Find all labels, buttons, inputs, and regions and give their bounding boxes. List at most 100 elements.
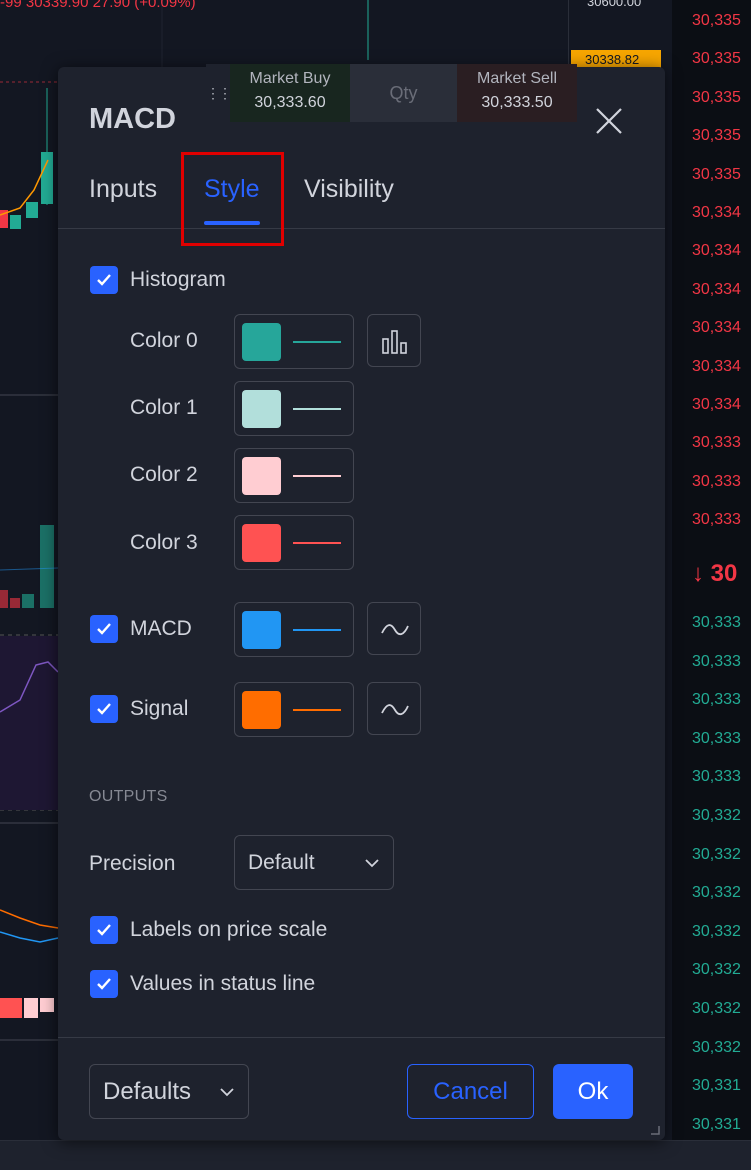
macd-plot-style-button[interactable] <box>367 602 421 655</box>
orderbook-bid-row[interactable]: 30,333 <box>692 653 741 671</box>
values-in-status-line-label: Values in status line <box>130 972 316 995</box>
orderbook[interactable]: 30,335 30,335 30,335 30,335 30,335 30,334 30,3… <box>672 0 751 1140</box>
qty-input[interactable]: Qty <box>350 64 457 122</box>
market-buy-button[interactable]: Market Buy 30,333.60 <box>230 64 350 122</box>
orderbook-ask-row[interactable]: 30,335 <box>692 89 741 107</box>
orderbook-bid-row[interactable]: 30,331 <box>692 1077 741 1095</box>
orderbook-bid-row[interactable]: 30,332 <box>692 1000 741 1018</box>
orderbook-ask-row[interactable]: 30,334 <box>692 396 741 414</box>
values-in-status-line-checkbox[interactable] <box>90 970 118 998</box>
orderbook-bid-row[interactable]: 30,333 <box>692 730 741 748</box>
orderbook-ask-row[interactable]: 30,333 <box>692 473 741 491</box>
orderbook-ask-row[interactable]: 30,334 <box>692 204 741 222</box>
line-style-preview <box>293 542 341 544</box>
orderbook-ask-row[interactable]: 30,333 <box>692 511 741 529</box>
indicator-settings-dialog: MACD Inputs Style Visibility Histogram C… <box>58 67 665 1140</box>
orderbook-bid-row[interactable]: 30,332 <box>692 884 741 902</box>
orderbook-bid-row[interactable]: 30,332 <box>692 961 741 979</box>
orderbook-ask-row[interactable]: 30,334 <box>692 319 741 337</box>
color-swatch <box>242 390 281 428</box>
defaults-label: Defaults <box>103 1078 192 1105</box>
macd-color-picker[interactable] <box>234 602 354 657</box>
color-1-label: Color 1 <box>130 396 198 419</box>
color-swatch <box>242 611 281 649</box>
line-style-preview <box>293 709 341 711</box>
cancel-button[interactable]: Cancel <box>407 1064 534 1119</box>
symbol-status-line: -99 30339.90 27.90 (+0.09%) <box>0 0 196 11</box>
histogram-checkbox[interactable] <box>90 266 118 294</box>
signal-color-picker[interactable] <box>234 682 354 737</box>
orderbook-ask-row[interactable]: 30,335 <box>692 166 741 184</box>
orderbook-bid-row[interactable]: 30,332 <box>692 846 741 864</box>
checkmark-icon <box>97 978 111 990</box>
market-buy-label: Market Buy <box>249 70 331 87</box>
color-1-picker[interactable] <box>234 381 354 436</box>
candle <box>41 152 53 204</box>
market-sell-label: Market Sell <box>476 70 558 87</box>
labels-on-price-scale-label: Labels on price scale <box>130 918 328 941</box>
checkmark-icon <box>97 703 111 715</box>
color-3-picker[interactable] <box>234 515 354 570</box>
line-style-preview <box>293 629 341 631</box>
orderbook-bid-row[interactable]: 30,333 <box>692 691 741 709</box>
defaults-dropdown[interactable]: Defaults <box>89 1064 249 1119</box>
outputs-section-header: OUTPUTS <box>89 788 168 805</box>
macd-checkbox[interactable] <box>90 615 118 643</box>
color-2-label: Color 2 <box>130 463 198 486</box>
color-0-label: Color 0 <box>130 329 198 352</box>
orderbook-ask-row[interactable]: 30,334 <box>692 358 741 376</box>
close-button[interactable] <box>593 105 625 137</box>
tab-bar: Inputs Style Visibility <box>58 167 665 229</box>
orderbook-bid-row[interactable]: 30,331 <box>692 1116 741 1134</box>
color-swatch <box>242 457 281 495</box>
checkmark-icon <box>97 274 111 286</box>
signal-checkbox[interactable] <box>90 695 118 723</box>
tab-inputs[interactable]: Inputs <box>89 175 157 204</box>
line-style-preview <box>293 475 341 477</box>
labels-on-price-scale-checkbox[interactable] <box>90 916 118 944</box>
checkmark-icon <box>97 623 111 635</box>
ok-button[interactable]: Ok <box>553 1064 633 1119</box>
line-icon <box>381 704 409 716</box>
orderbook-bid-row[interactable]: 30,333 <box>692 614 741 632</box>
orderbook-ask-row[interactable]: 30,334 <box>692 281 741 299</box>
precision-select[interactable]: Default <box>234 835 394 890</box>
candle <box>10 215 21 229</box>
plot-style-button[interactable] <box>367 314 421 367</box>
color-0-picker[interactable] <box>234 314 354 369</box>
line-style-preview <box>293 408 341 410</box>
orderbook-ask-row[interactable]: 30,333 <box>692 434 741 452</box>
color-2-picker[interactable] <box>234 448 354 503</box>
bottom-toolbar <box>0 1140 751 1170</box>
macd-label: MACD <box>130 617 192 640</box>
orderbook-bid-row[interactable]: 30,332 <box>692 807 741 825</box>
quick-trade-widget: ⋮⋮ Market Buy 30,333.60 Qty Market Sell … <box>206 64 580 122</box>
resize-grip-icon[interactable] <box>649 1124 661 1136</box>
chevron-down-icon <box>220 1088 234 1097</box>
orderbook-bid-row[interactable]: 30,332 <box>692 1039 741 1057</box>
orderbook-ask-row[interactable]: 30,335 <box>692 12 741 30</box>
dialog-title: MACD <box>89 103 176 135</box>
annotation-highlight-box <box>181 152 284 246</box>
orderbook-bid-row[interactable]: 30,333 <box>692 768 741 786</box>
precision-value: Default <box>248 851 315 874</box>
columns-icon <box>382 330 407 354</box>
orderbook-ask-row[interactable]: 30,334 <box>692 242 741 260</box>
candle <box>26 202 38 218</box>
color-swatch <box>242 691 281 729</box>
market-sell-button[interactable]: Market Sell 30,333.50 <box>457 64 577 122</box>
line-style-preview <box>293 341 341 343</box>
orderbook-ask-row[interactable]: 30,335 <box>692 127 741 145</box>
signal-label: Signal <box>130 697 189 720</box>
tab-visibility[interactable]: Visibility <box>304 175 394 204</box>
price-scale-label: 30600.00 <box>587 0 642 9</box>
signal-plot-style-button[interactable] <box>367 682 421 735</box>
drag-handle-icon[interactable]: ⋮⋮ <box>206 64 232 122</box>
line-icon <box>381 624 409 636</box>
histogram-label: Histogram <box>130 268 226 291</box>
orderbook-last-price: ↓ 30 <box>692 560 738 587</box>
orderbook-ask-row[interactable]: 30,335 <box>692 50 741 68</box>
orderbook-bid-row[interactable]: 30,332 <box>692 923 741 941</box>
chevron-down-icon <box>365 859 379 868</box>
close-icon <box>596 108 622 134</box>
